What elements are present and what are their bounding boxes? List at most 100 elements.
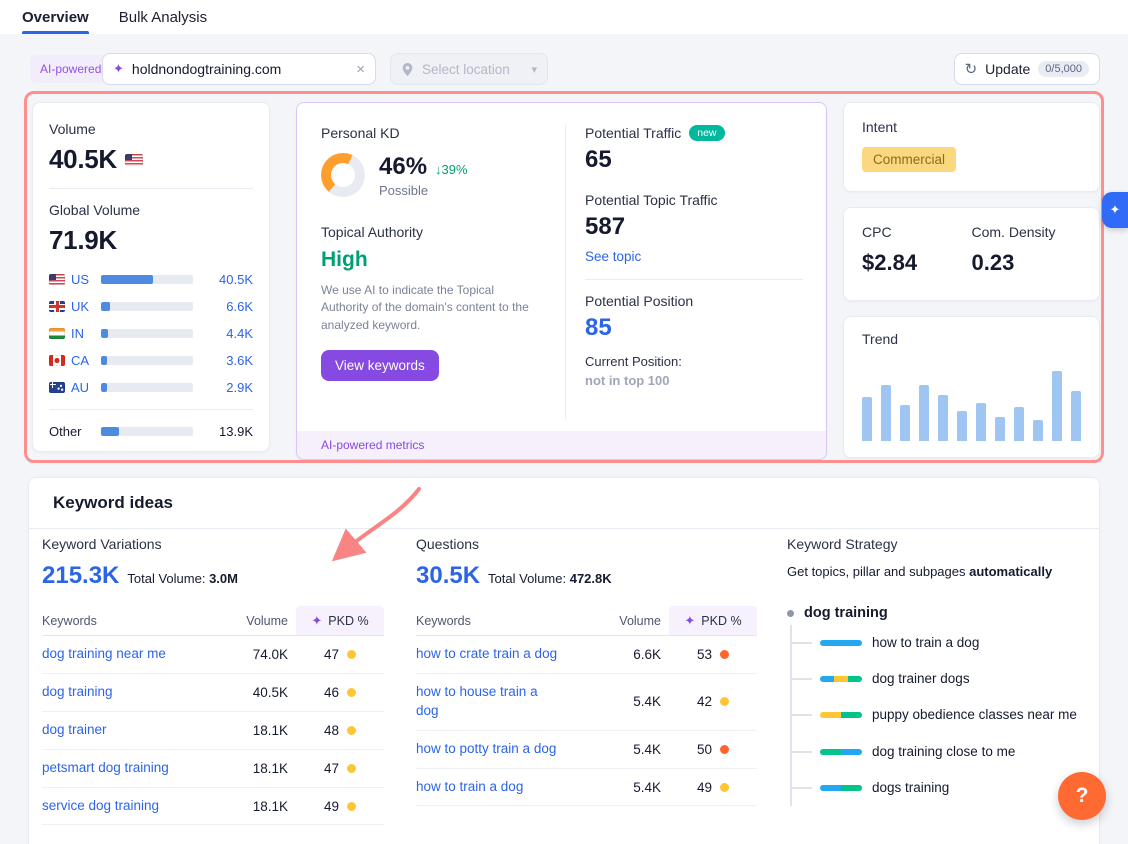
keyword-volume: 18.1K: [226, 723, 288, 738]
pkd-value: 49: [324, 799, 339, 814]
strategy-child[interactable]: how to train a dog: [792, 625, 1097, 661]
potential-position-value: 85: [585, 314, 803, 342]
column-header-pkd[interactable]: ✦ PKD %: [669, 606, 757, 635]
trend-bar: [1033, 420, 1043, 441]
pill-segment-blue: [820, 676, 834, 682]
help-button[interactable]: ?: [1058, 772, 1106, 820]
country-code[interactable]: UK: [71, 299, 95, 314]
strategy-child[interactable]: dog trainer dogs: [792, 661, 1097, 697]
global-volume-value: 71.9K: [49, 225, 117, 256]
column-header-volume[interactable]: Volume: [599, 606, 661, 635]
pkd-yellow-dot-icon: [347, 650, 356, 659]
view-keywords-button[interactable]: View keywords: [321, 350, 439, 381]
potential-topic-traffic-label: Potential Topic Traffic: [585, 192, 718, 208]
tab-bulk-analysis[interactable]: Bulk Analysis: [119, 0, 207, 34]
pkd-value: 47: [324, 647, 339, 662]
pill-segment-yellow: [834, 676, 848, 682]
pkd-value: 50: [697, 742, 712, 757]
questions-count[interactable]: 30.5K: [416, 562, 480, 590]
column-header-keywords[interactable]: Keywords: [416, 606, 599, 635]
kd-value: 46%: [379, 153, 427, 181]
keyword-row: how to train a dog5.4K 49: [416, 769, 757, 807]
strategy-child[interactable]: puppy obedience classes near me: [792, 697, 1097, 733]
pill-segment-green: [820, 749, 841, 755]
country-list: US40.5KUK6.6KIN4.4KCA3.6KAU2.9K: [49, 266, 253, 401]
uk-flag-icon: [49, 301, 65, 312]
tab-overview-label: Overview: [22, 9, 89, 26]
update-button[interactable]: ↻ Update 0/5,000: [954, 53, 1100, 85]
strategy-subtitle-text: Get topics, pillar and subpages: [787, 564, 969, 579]
keyword-link[interactable]: dog training near me: [42, 645, 226, 664]
country-volume-value: 4.4K: [199, 326, 253, 341]
keyword-link[interactable]: how to house train a dog: [416, 683, 599, 721]
keyword-pkd: 49: [296, 799, 384, 814]
variations-count[interactable]: 215.3K: [42, 562, 119, 590]
location-placeholder: Select location: [422, 62, 510, 77]
country-volume-value: 2.9K: [199, 380, 253, 395]
trend-bar: [957, 411, 967, 441]
strategy-child[interactable]: dogs training: [792, 770, 1097, 806]
see-topic-link[interactable]: See topic: [585, 249, 641, 264]
clear-input-icon[interactable]: ×: [356, 61, 365, 78]
country-row: AU 2.9K: [49, 374, 253, 401]
strategy-child-label: dog trainer dogs: [872, 670, 970, 688]
keyword-row: how to crate train a dog6.6K53: [416, 636, 757, 674]
pkd-value: 49: [697, 780, 712, 795]
intent-commercial-badge[interactable]: Commercial: [862, 147, 956, 172]
country-code[interactable]: CA: [71, 353, 95, 368]
strategy-children: how to train a dog dog trainer dogs puppy …: [790, 625, 1097, 806]
keyword-strategy-label: Keyword Strategy: [787, 536, 1097, 552]
pkd-value: 42: [697, 694, 712, 709]
divider: [49, 409, 253, 410]
keyword-link[interactable]: dog training: [42, 683, 226, 702]
country-row: IN 4.4K: [49, 320, 253, 347]
country-code[interactable]: AU: [71, 380, 95, 395]
keyword-link[interactable]: how to potty train a dog: [416, 740, 599, 759]
variations-total-label: Total Volume:: [127, 571, 205, 586]
keyword-link[interactable]: petsmart dog training: [42, 759, 226, 778]
pill-segment-green: [841, 785, 862, 791]
location-select[interactable]: Select location ▾: [390, 53, 548, 85]
keyword-cluster-pill: [820, 749, 862, 755]
pill-segment-green: [848, 676, 862, 682]
intent-label: Intent: [862, 119, 1081, 135]
keyword-link[interactable]: how to crate train a dog: [416, 645, 599, 664]
keyword-link[interactable]: dog trainer: [42, 721, 226, 740]
country-code[interactable]: US: [71, 272, 95, 287]
global-volume-label: Global Volume: [49, 202, 253, 218]
strategy-child[interactable]: dog training close to me: [792, 734, 1097, 770]
keyword-pkd: 48: [296, 723, 384, 738]
pkd-value: 53: [697, 647, 712, 662]
pkd-value: 48: [324, 723, 339, 738]
cpc-card: CPC $2.84 Com. Density 0.23: [843, 207, 1100, 301]
tab-overview[interactable]: Overview: [22, 0, 89, 34]
other-value: 13.9K: [199, 424, 253, 439]
keyword-pkd: 42: [669, 694, 757, 709]
topical-authority-description: We use AI to indicate the Topical Author…: [321, 282, 537, 334]
column-header-pkd[interactable]: ✦ PKD %: [296, 606, 384, 635]
column-header-volume[interactable]: Volume: [226, 606, 288, 635]
keyword-link[interactable]: service dog training: [42, 797, 226, 816]
us-flag-icon: [125, 154, 143, 166]
trend-bar: [995, 417, 1005, 441]
keyword-search-input[interactable]: ✦ holdnondogtraining.com ×: [102, 53, 376, 85]
country-row: US40.5K: [49, 266, 253, 293]
questions-table-header: Keywords Volume ✦ PKD %: [416, 606, 757, 636]
strategy-root-label: dog training: [804, 605, 888, 621]
keyword-cluster-pill: [820, 676, 862, 682]
keyword-overview-app: Overview Bulk Analysis AI-powered ✦ hold…: [0, 0, 1128, 844]
keyword-volume: 5.4K: [599, 780, 661, 795]
keyword-strategy-subtitle: Get topics, pillar and subpages automati…: [787, 564, 1097, 579]
keyword-row: how to potty train a dog5.4K50: [416, 731, 757, 769]
pill-segment-blue: [841, 749, 862, 755]
strategy-root[interactable]: dog training: [787, 605, 1097, 621]
copilot-sparkle-icon: ✦: [1110, 202, 1121, 218]
column-header-keywords[interactable]: Keywords: [42, 606, 226, 635]
ai-copilot-button[interactable]: ✦: [1102, 192, 1128, 228]
strategy-subtitle-bold: automatically: [969, 564, 1052, 579]
keyword-link[interactable]: how to train a dog: [416, 778, 599, 797]
strategy-child-label: puppy obedience classes near me: [872, 706, 1077, 724]
pkd-yellow-dot-icon: [720, 697, 729, 706]
top-tab-bar: Overview Bulk Analysis: [0, 0, 1128, 34]
country-code[interactable]: IN: [71, 326, 95, 341]
